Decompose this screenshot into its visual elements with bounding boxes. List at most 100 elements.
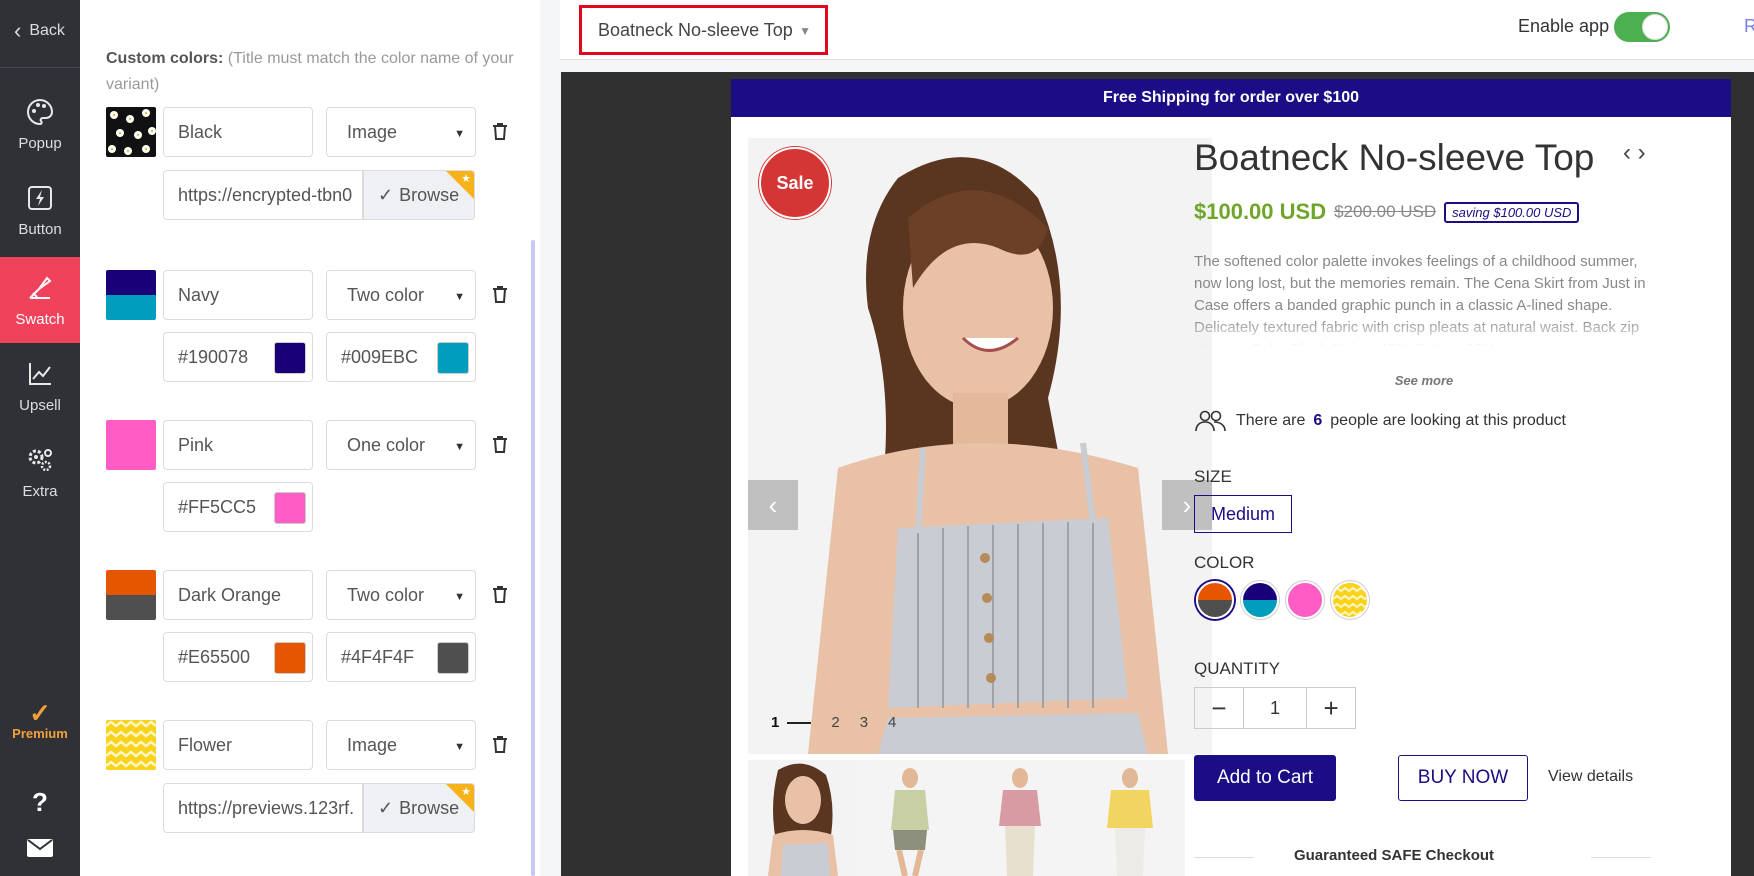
caret-down-icon: ▼	[454, 441, 465, 453]
left-nav-rail: ‹ Back Popup Button Swatch Upsell Extra …	[0, 0, 80, 876]
color-label: COLOR	[1194, 553, 1255, 572]
swatch-type-select[interactable]: Two color ▼	[326, 570, 476, 620]
nav-label: Button	[18, 220, 62, 238]
color-swatch-navy[interactable]	[1241, 581, 1279, 619]
topbar-edge-link[interactable]: R	[1744, 16, 1754, 37]
product-thumbnail[interactable]	[748, 760, 858, 876]
slide-dot-active[interactable]: 1	[771, 714, 779, 731]
slide-dot[interactable]: 2	[831, 714, 839, 731]
nav-item-upsell[interactable]: Upsell	[0, 343, 80, 429]
swatch-type-select[interactable]: Image ▼	[326, 107, 476, 157]
swatch-type-select[interactable]: One color ▼	[326, 420, 476, 470]
quantity-decrease-button[interactable]: −	[1195, 688, 1243, 728]
color-swatch-pink[interactable]	[1286, 581, 1324, 619]
color2-input[interactable]: #4F4F4F	[326, 632, 476, 682]
help-button[interactable]: ?	[20, 782, 60, 822]
swatch-name-input[interactable]: Flower	[163, 720, 313, 770]
color-picker-chip[interactable]	[274, 342, 306, 374]
model-photo	[748, 138, 1212, 754]
browse-button[interactable]: ✓ Browse ★	[363, 170, 475, 220]
browse-button[interactable]: ✓ Browse ★	[363, 783, 475, 833]
swatch-type-select[interactable]: Two color ▼	[326, 270, 476, 320]
product-title: Boatneck No-sleeve Top	[1194, 137, 1595, 178]
gears-icon	[28, 448, 52, 471]
add-to-cart-button[interactable]: Add to Cart	[1194, 755, 1336, 801]
trash-icon[interactable]	[491, 734, 509, 754]
view-details-link[interactable]: View details	[1548, 768, 1633, 786]
viewers-count: 6	[1313, 412, 1323, 429]
chevron-right-icon: ›	[1182, 489, 1192, 520]
swatch-preview-flower	[106, 720, 156, 770]
slide-dot[interactable]: 3	[860, 714, 868, 731]
color-picker-chip[interactable]	[437, 342, 469, 374]
image-url-input[interactable]: https://encrypted-tbn0	[163, 170, 363, 220]
image-url-input[interactable]: https://previews.123rf.	[163, 783, 363, 833]
color-picker-chip[interactable]	[274, 492, 306, 524]
product-thumbnail[interactable]	[855, 760, 965, 876]
trash-icon[interactable]	[491, 434, 509, 454]
nav-item-popup[interactable]: Popup	[0, 81, 80, 167]
quantity-stepper: − 1 +	[1194, 687, 1356, 729]
mail-icon[interactable]	[26, 838, 54, 858]
chart-line-icon	[29, 362, 51, 385]
select-value: Two color	[347, 584, 425, 605]
caret-down-icon: ▼	[454, 128, 465, 140]
premium-badge[interactable]: ✓ Premium	[0, 700, 80, 741]
quantity-input[interactable]: 1	[1242, 688, 1308, 728]
image-prev-button[interactable]: ‹	[748, 480, 798, 530]
safe-checkout-heading: Guaranteed SAFE Checkout	[1293, 847, 1495, 864]
chevron-left-icon: ‹	[768, 489, 778, 520]
product-thumbnail[interactable]	[965, 760, 1075, 876]
swatch-name-input[interactable]: Black	[163, 107, 313, 157]
select-value: Two color	[347, 284, 425, 305]
back-label: Back	[29, 22, 65, 39]
product-thumbnail[interactable]	[1075, 760, 1185, 876]
toggle-knob	[1642, 14, 1668, 40]
quantity-increase-button[interactable]: +	[1307, 688, 1355, 728]
star-icon: ★	[461, 786, 471, 798]
slide-dot[interactable]: 4	[888, 714, 896, 731]
see-more-link[interactable]: See more	[1194, 373, 1654, 388]
swatch-type-select[interactable]: Image ▼	[326, 720, 476, 770]
size-option-medium[interactable]: Medium	[1194, 495, 1293, 533]
select-value: One color	[347, 434, 426, 455]
product-select[interactable]: Boatneck No-sleeve Top ▼	[579, 5, 828, 55]
panel-scrollbar[interactable]	[531, 240, 535, 876]
color1-input[interactable]: #E65500	[163, 632, 313, 682]
trash-icon[interactable]	[491, 284, 509, 304]
saving-badge: saving $100.00 USD	[1444, 201, 1580, 223]
swatch-settings-panel: Custom colors: (Title must match the col…	[80, 0, 540, 876]
sale-badge: Sale	[759, 147, 831, 219]
color-picker-chip[interactable]	[437, 642, 469, 674]
color-swatch-flower[interactable]	[1331, 581, 1369, 619]
color1-input[interactable]: #190078	[163, 332, 313, 382]
product-prev-next[interactable]: ‹ ›	[1623, 139, 1646, 167]
swatch-name-input[interactable]: Navy	[163, 270, 313, 320]
color1-input[interactable]: #FF5CC5	[163, 482, 313, 532]
color-swatch-dark-orange[interactable]	[1196, 581, 1234, 619]
trash-icon[interactable]	[491, 121, 509, 141]
size-label: SIZE	[1194, 467, 1232, 486]
nav-item-extra[interactable]: Extra	[0, 429, 80, 515]
trash-icon[interactable]	[491, 584, 509, 604]
nav-item-swatch[interactable]: Swatch	[0, 257, 80, 343]
caret-down-icon: ▼	[454, 291, 465, 303]
slide-active-dash	[787, 721, 812, 724]
swatch-name-input[interactable]: Pink	[163, 420, 313, 470]
back-button[interactable]: ‹ Back	[14, 20, 65, 42]
people-icon	[1195, 410, 1226, 432]
price-row: $100.00 USD $200.00 USD saving $100.00 U…	[1194, 199, 1580, 225]
viewers-notice: There are 6 people are looking at this pro…	[1194, 409, 1566, 433]
nav-item-button[interactable]: Button	[0, 167, 80, 253]
hex-value: #FF5CC5	[178, 496, 257, 517]
product-description: The softened color palette invokes feeli…	[1194, 253, 1646, 347]
sale-price: $100.00 USD	[1194, 199, 1327, 224]
swatch-name-input[interactable]: Dark Orange	[163, 570, 313, 620]
nav-label: Swatch	[15, 310, 65, 328]
nav-label: Popup	[18, 134, 62, 152]
color-picker-chip[interactable]	[274, 642, 306, 674]
enable-app-toggle[interactable]	[1614, 12, 1670, 42]
hex-value: #009EBC	[341, 346, 419, 367]
buy-now-button[interactable]: BUY NOW	[1398, 755, 1528, 801]
color2-input[interactable]: #009EBC	[326, 332, 476, 382]
